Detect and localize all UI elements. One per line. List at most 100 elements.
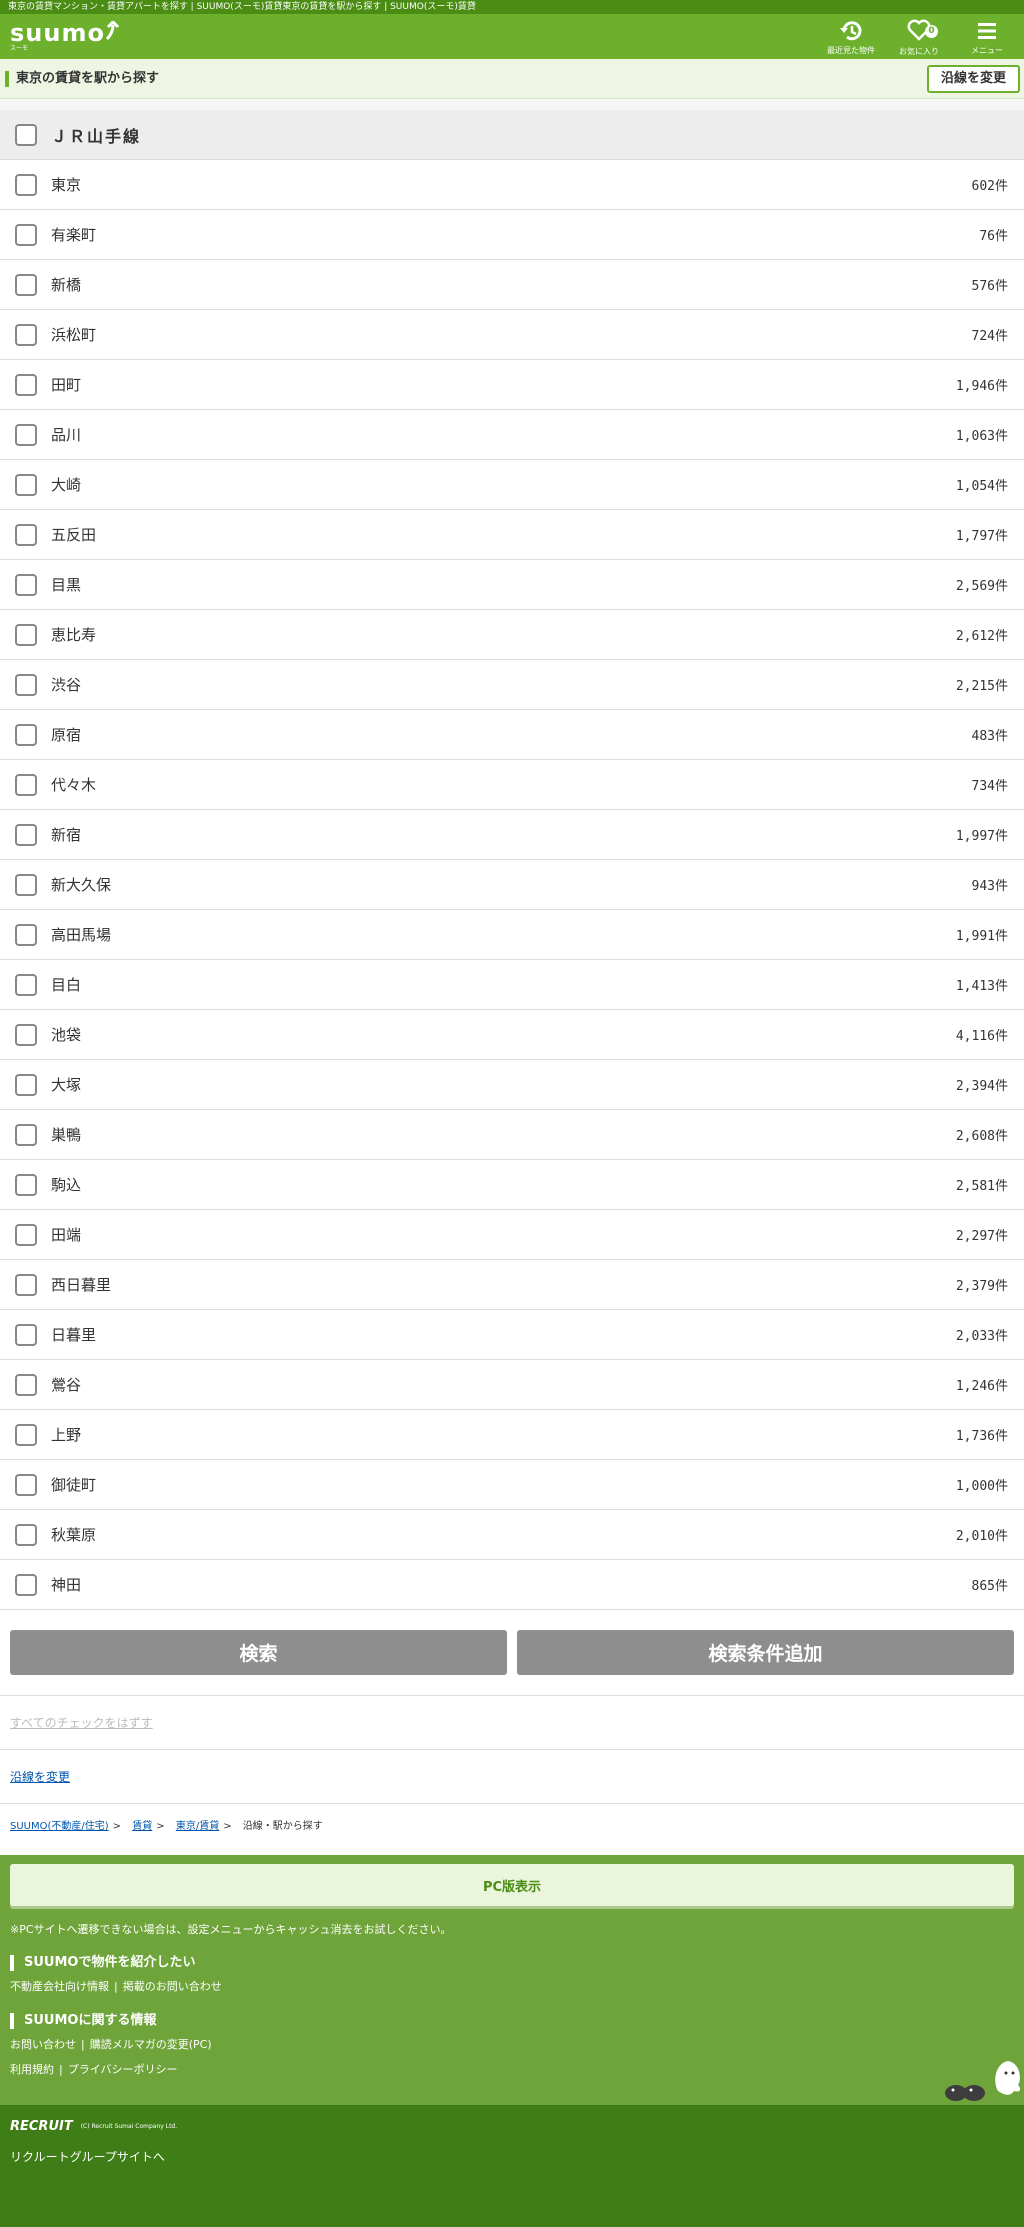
station-checkbox[interactable] <box>15 323 37 346</box>
station-row[interactable]: 駒込 2,581件 <box>0 1160 1024 1210</box>
recent-viewed-button[interactable]: 最近見た物件 <box>824 18 878 56</box>
breadcrumb-link-tokyo-rent[interactable]: 東京/賃貸 <box>176 1821 219 1832</box>
station-row[interactable]: 秋葉原 2,010件 <box>0 1510 1024 1560</box>
station-count: 2,608件 <box>955 1129 1008 1144</box>
station-row[interactable]: 池袋 4,116件 <box>0 1010 1024 1060</box>
line-header-row[interactable]: ＪＲ山手線 <box>0 110 1024 160</box>
station-checkbox[interactable] <box>15 723 37 746</box>
footer-bottom: RECRUIT (C) Recruit Sumai Company Ltd. リ… <box>0 2105 1024 2227</box>
station-checkbox[interactable] <box>15 573 37 596</box>
station-count: 734件 <box>971 779 1008 794</box>
add-conditions-button[interactable]: 検索条件追加 <box>517 1630 1014 1675</box>
station-count: 602件 <box>971 179 1008 194</box>
station-checkbox[interactable] <box>15 1223 37 1246</box>
station-name: 駒込 <box>51 1176 82 1194</box>
station-checkbox[interactable] <box>15 673 37 696</box>
station-checkbox[interactable] <box>15 1023 37 1046</box>
station-name: 目白 <box>51 976 82 994</box>
suumo-logo[interactable]: suumo スーモ <box>10 21 119 52</box>
breadcrumb: SUUMO(不動産/住宅) > 賃貸 > 東京/賃貸 > 沿線・駅から探す <box>0 1804 1024 1855</box>
menu-button[interactable]: メニュー <box>960 18 1014 56</box>
station-row[interactable]: 品川 1,063件 <box>0 410 1024 460</box>
terms-link[interactable]: 利用規約 <box>10 2063 54 2076</box>
station-row[interactable]: 恵比寿 2,612件 <box>0 610 1024 660</box>
station-checkbox[interactable] <box>15 923 37 946</box>
favorites-button[interactable]: 0 お気に入り <box>892 17 946 57</box>
station-checkbox[interactable] <box>15 523 37 546</box>
station-row[interactable]: 東京 602件 <box>0 160 1024 210</box>
station-name: 田端 <box>51 1226 82 1244</box>
station-checkbox[interactable] <box>15 223 37 246</box>
station-row[interactable]: 目白 1,413件 <box>0 960 1024 1010</box>
contact-link[interactable]: お問い合わせ <box>10 2038 76 2051</box>
station-checkbox[interactable] <box>15 873 37 896</box>
newsletter-link[interactable]: 購読メルマガの変更(PC) <box>90 2038 212 2051</box>
station-checkbox[interactable] <box>15 1273 37 1296</box>
station-checkbox[interactable] <box>15 1123 37 1146</box>
station-row[interactable]: 大塚 2,394件 <box>0 1060 1024 1110</box>
station-count: 1,797件 <box>955 529 1008 544</box>
station-checkbox[interactable] <box>15 1373 37 1396</box>
station-row[interactable]: 鶯谷 1,246件 <box>0 1360 1024 1410</box>
station-row[interactable]: 新大久保 943件 <box>0 860 1024 910</box>
station-checkbox[interactable] <box>15 173 37 196</box>
pc-view-button[interactable]: PC版表示 <box>10 1864 1014 1906</box>
station-checkbox[interactable] <box>15 1473 37 1496</box>
station-name: 新大久保 <box>51 876 112 894</box>
station-row[interactable]: 五反田 1,797件 <box>0 510 1024 560</box>
realestate-info-link[interactable]: 不動産会社向け情報 <box>10 1980 109 1993</box>
station-checkbox[interactable] <box>15 1323 37 1346</box>
station-row[interactable]: 高田馬場 1,991件 <box>0 910 1024 960</box>
station-row[interactable]: 新宿 1,997件 <box>0 810 1024 860</box>
line-checkbox[interactable] <box>15 123 37 146</box>
breadcrumb-separator: > <box>156 1821 165 1832</box>
station-row[interactable]: 西日暮里 2,379件 <box>0 1260 1024 1310</box>
recruit-group-link[interactable]: リクルートグループサイトへ <box>10 2148 1014 2165</box>
station-row[interactable]: 大崎 1,054件 <box>0 460 1024 510</box>
breadcrumb-link-suumo[interactable]: SUUMO(不動産/住宅) <box>10 1821 109 1832</box>
station-checkbox[interactable] <box>15 423 37 446</box>
station-row[interactable]: 上野 1,736件 <box>0 1410 1024 1460</box>
station-checkbox[interactable] <box>15 473 37 496</box>
station-row[interactable]: 神田 865件 <box>0 1560 1024 1610</box>
breadcrumb-link-rent[interactable]: 賃貸 <box>132 1821 152 1832</box>
station-row[interactable]: 田町 1,946件 <box>0 360 1024 410</box>
station-row[interactable]: 田端 2,297件 <box>0 1210 1024 1260</box>
change-line-button[interactable]: 沿線を変更 <box>926 64 1020 93</box>
search-button[interactable]: 検索 <box>10 1630 507 1675</box>
station-row[interactable]: 代々木 734件 <box>0 760 1024 810</box>
station-row[interactable]: 浜松町 724件 <box>0 310 1024 360</box>
station-name: 秋葉原 <box>51 1526 97 1544</box>
station-row[interactable]: 巣鴨 2,608件 <box>0 1110 1024 1160</box>
station-row[interactable]: 新橋 576件 <box>0 260 1024 310</box>
station-row[interactable]: 原宿 483件 <box>0 710 1024 760</box>
privacy-link[interactable]: プライバシーポリシー <box>68 2063 178 2076</box>
station-checkbox[interactable] <box>15 273 37 296</box>
station-name: 神田 <box>51 1576 82 1594</box>
station-checkbox[interactable] <box>15 623 37 646</box>
station-row[interactable]: 御徒町 1,000件 <box>0 1460 1024 1510</box>
station-row[interactable]: 渋谷 2,215件 <box>0 660 1024 710</box>
station-count: 1,946件 <box>955 379 1008 394</box>
station-name: 上野 <box>51 1426 82 1444</box>
station-checkbox[interactable] <box>15 1573 37 1596</box>
station-checkbox[interactable] <box>15 973 37 996</box>
station-checkbox[interactable] <box>15 1073 37 1096</box>
station-checkbox[interactable] <box>15 1173 37 1196</box>
station-checkbox[interactable] <box>15 773 37 796</box>
station-checkbox[interactable] <box>15 823 37 846</box>
uncheck-all-link[interactable]: すべてのチェックをはずす <box>0 1696 1024 1750</box>
station-checkbox[interactable] <box>15 1423 37 1446</box>
station-count: 76件 <box>979 229 1008 244</box>
station-count: 1,000件 <box>955 1479 1008 1494</box>
station-row[interactable]: 有楽町 76件 <box>0 210 1024 260</box>
station-checkbox[interactable] <box>15 1523 37 1546</box>
station-checkbox[interactable] <box>15 373 37 396</box>
recruit-logo[interactable]: RECRUIT <box>10 2119 73 2134</box>
station-count: 724件 <box>971 329 1008 344</box>
listing-inquiry-link[interactable]: 掲載のお問い合わせ <box>123 1980 222 1993</box>
change-line-link[interactable]: 沿線を変更 <box>0 1750 1024 1804</box>
page-title: 東京の賃貸を駅から探す <box>5 70 159 87</box>
station-row[interactable]: 目黒 2,569件 <box>0 560 1024 610</box>
station-row[interactable]: 日暮里 2,033件 <box>0 1310 1024 1360</box>
